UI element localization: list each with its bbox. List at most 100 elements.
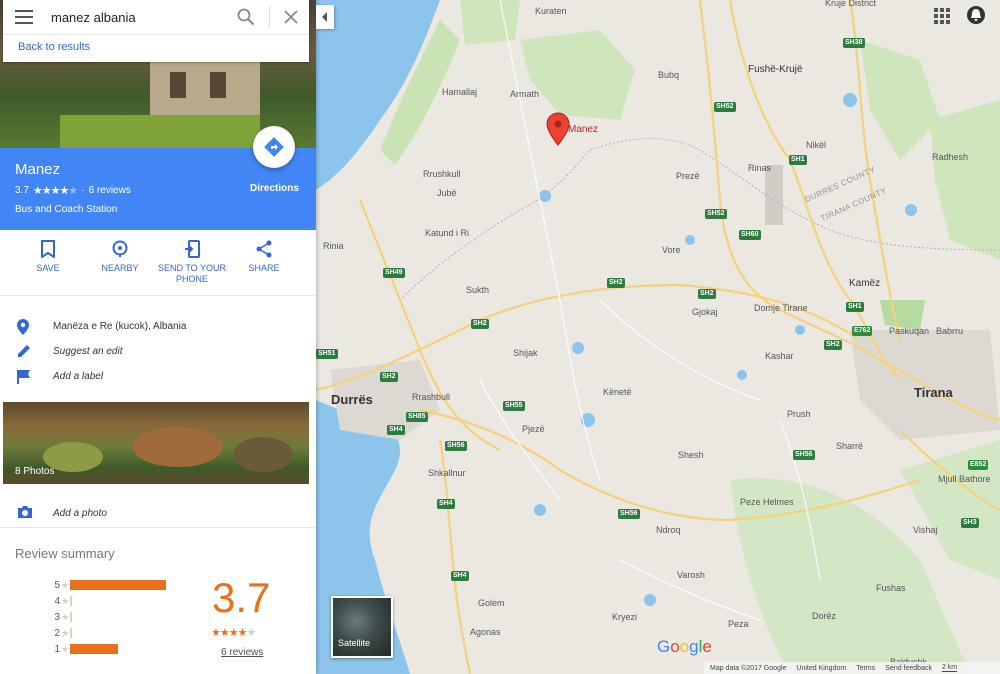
map-place-label[interactable]: Katund i Ri [425, 228, 469, 238]
map-place-label[interactable]: Bubq [658, 70, 679, 80]
rating-bar-fill [70, 596, 72, 606]
place-category[interactable]: Bus and Coach Station [15, 204, 117, 215]
map-place-label[interactable]: Rinia [323, 241, 344, 251]
rating-bar-stars: 2 [54, 627, 60, 639]
map-place-label[interactable]: Fushas [876, 583, 906, 593]
map-place-label[interactable]: Sukth [466, 285, 489, 295]
star-icon: ★ [60, 627, 70, 638]
map-place-label[interactable]: Golem [478, 598, 505, 608]
map-place-label[interactable]: Shkallnur [428, 468, 466, 478]
map-place-label[interactable]: Paskuqan [889, 326, 929, 336]
directions-label[interactable]: Directions [250, 183, 299, 194]
map-place-label[interactable]: Armath [510, 89, 539, 99]
map-place-label[interactable]: Gjokaj [692, 307, 718, 317]
map-scale[interactable]: 2 km [941, 664, 958, 672]
map-place-label[interactable]: Rrushkull [423, 169, 461, 179]
menu-icon[interactable] [15, 10, 33, 24]
map-place-label[interactable]: Kuraten [535, 6, 567, 16]
road-shield: SH2 [380, 372, 398, 382]
map-place-label[interactable]: Durrës [331, 392, 373, 407]
map-place-label[interactable]: Vishaj [913, 525, 937, 535]
map-place-label[interactable]: Ndroq [656, 525, 681, 535]
pin-label[interactable]: Manez [568, 124, 598, 135]
send-to-phone-icon [185, 240, 200, 258]
apps-grid-icon[interactable] [934, 8, 950, 24]
back-to-results-link[interactable]: Back to results [18, 41, 90, 53]
account-icon[interactable] [967, 6, 985, 24]
map-place-label[interactable]: Kryezi [612, 612, 637, 622]
map-place-label[interactable]: Peza [728, 619, 749, 629]
hero-house [150, 60, 260, 115]
map-place-label[interactable]: Rrashbull [412, 392, 450, 402]
collapse-panel-button[interactable] [316, 5, 334, 29]
road-shield: SH1 [846, 302, 864, 312]
map-place-label[interactable]: Dorëz [812, 611, 836, 621]
map-place-label[interactable]: Prush [787, 409, 811, 419]
share-label: SHARE [248, 263, 280, 273]
map-place-label[interactable]: Kamëz [849, 278, 880, 289]
map-place-label[interactable]: Vore [662, 245, 681, 255]
road-shield: E762 [852, 326, 873, 336]
reviews-link[interactable]: 6 reviews [221, 647, 263, 658]
rating-bar-track [70, 596, 166, 606]
map-place-label[interactable]: Domje Tirane [754, 303, 808, 313]
pencil-icon [18, 345, 30, 357]
add-photo-row[interactable]: Add a photo [0, 502, 316, 528]
map-place-label[interactable]: Pjezë [522, 424, 545, 434]
map-place-label[interactable]: Agonas [470, 627, 501, 637]
satellite-toggle[interactable]: Satellite [331, 596, 393, 658]
rating-bar-track [70, 580, 166, 590]
search-input[interactable] [51, 6, 231, 28]
map-place-label[interactable]: Peze Helmes [740, 497, 794, 507]
map-place-label[interactable]: Kashar [765, 351, 794, 361]
address-row[interactable]: Manëza e Re (kucok), Albania [0, 316, 316, 338]
nearby-button[interactable]: NEARBY [85, 240, 155, 274]
search-icon[interactable] [237, 8, 255, 26]
map-place-label[interactable]: Sharrë [836, 441, 863, 451]
photos-thumbnail[interactable]: 8 Photos [3, 402, 309, 484]
location-marker-icon [17, 319, 29, 335]
terms-link[interactable]: Terms [856, 665, 875, 672]
hero-lawn [60, 115, 260, 148]
map-place-label[interactable]: Prezë [676, 171, 700, 181]
map-place-label[interactable]: Kruje District [825, 0, 876, 8]
map-place-label[interactable]: Varosh [677, 570, 705, 580]
map-place-label[interactable]: Babrru [936, 326, 963, 336]
flag-icon [17, 370, 30, 384]
review-summary-title: Review summary [15, 546, 115, 561]
photo-shrub [233, 437, 293, 472]
close-icon[interactable] [283, 9, 299, 25]
rating-bar-fill [70, 580, 166, 590]
rating-stars: ★★★★★ [32, 185, 78, 197]
map-place-label[interactable]: Kënetë [603, 387, 632, 397]
place-rating: 3.7 ★★★★★ · 6 reviews [15, 184, 131, 197]
star-icon: ★ [60, 595, 70, 606]
suggest-edit-row[interactable]: Suggest an edit [0, 341, 316, 363]
map-place-label[interactable]: Shesh [678, 450, 704, 460]
share-icon [256, 240, 272, 258]
map-place-label[interactable]: Jubë [437, 188, 457, 198]
road-shield: E852 [968, 460, 989, 470]
directions-button[interactable] [253, 126, 295, 168]
map-place-label[interactable]: Hamallaj [442, 87, 477, 97]
map-place-label[interactable]: Radhesh [932, 152, 968, 162]
map-place-label[interactable]: Nikël [806, 140, 826, 150]
photos-count-label: 8 Photos [15, 466, 55, 477]
map-place-label[interactable]: Tirana [914, 385, 953, 400]
map-place-label[interactable]: Shijak [513, 348, 538, 358]
map-place-label[interactable]: Fushë-Krujë [748, 64, 802, 75]
add-label-row[interactable]: Add a label [0, 366, 316, 388]
address-text: Manëza e Re (kucok), Albania [53, 321, 187, 332]
road-shield: SH3 [961, 518, 979, 528]
send-feedback-link[interactable]: Send feedback [885, 665, 932, 672]
map-place-label[interactable]: Rinas [748, 163, 771, 173]
nearby-label: NEARBY [101, 263, 139, 273]
save-button[interactable]: SAVE [13, 240, 83, 274]
add-photo-text: Add a photo [53, 508, 107, 519]
send-to-phone-button[interactable]: SEND TO YOUR PHONE [157, 240, 227, 285]
region-link[interactable]: United Kingdom [796, 665, 846, 672]
share-button[interactable]: SHARE [229, 240, 299, 274]
search-separator [269, 6, 270, 28]
reviews-count[interactable]: 6 reviews [89, 185, 131, 196]
map-place-label[interactable]: Mjull Bathore [938, 474, 991, 484]
